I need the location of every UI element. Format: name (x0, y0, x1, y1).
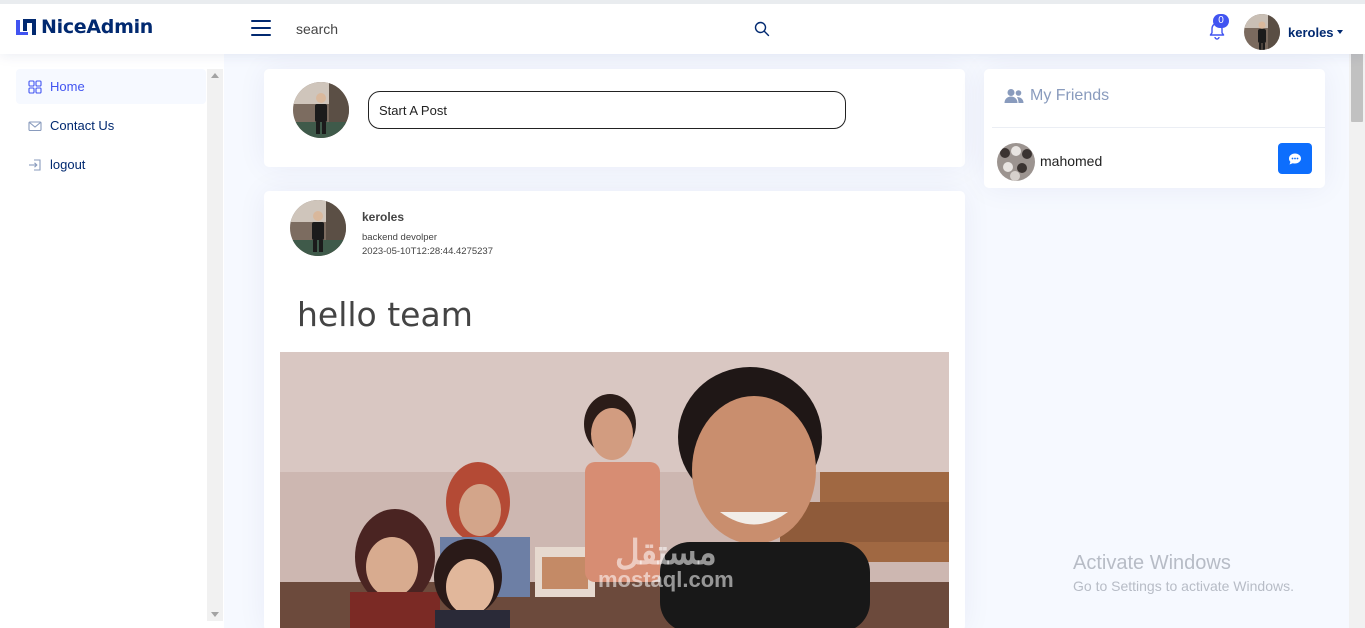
friend-list-item[interactable]: mahomed (997, 143, 1312, 183)
search-icon[interactable] (754, 21, 770, 37)
mostaql-watermark-url: mostaql.com (598, 567, 734, 592)
user-avatar (293, 82, 349, 138)
divider (992, 127, 1325, 128)
box-arrow-in-right-icon (29, 158, 41, 171)
grid-icon (28, 79, 42, 94)
post-author-avatar (290, 200, 346, 256)
chat-dots-icon (1289, 153, 1301, 164)
activate-windows-title: Activate Windows (1073, 552, 1231, 574)
profile-dropdown[interactable]: keroles (1244, 14, 1343, 50)
logo-text: NiceAdmin (41, 16, 154, 38)
search-input[interactable] (288, 15, 778, 43)
activate-windows-subtitle: Go to Settings to activate Windows. (1073, 578, 1294, 594)
chat-button[interactable] (1278, 143, 1312, 174)
chevron-down-icon (1336, 30, 1343, 34)
sidebar-item-label: Contact Us (50, 118, 115, 133)
activate-windows-watermark: Activate Windows Go to Settings to activ… (1073, 552, 1294, 594)
post-author-name[interactable]: keroles (362, 210, 404, 224)
scroll-down-arrow-icon[interactable] (211, 612, 219, 617)
post-timestamp: 2023-05-10T12:28:44.4275237 (362, 246, 494, 257)
friend-avatar (997, 143, 1035, 181)
friends-card: My Friends mahomed (984, 69, 1325, 188)
post-text: hello team (297, 295, 473, 334)
start-post-card (264, 69, 965, 167)
sidebar-scrollbar[interactable] (207, 69, 223, 621)
sidebar: Home Contact Us logout (0, 54, 224, 628)
sidebar-item-label: logout (50, 157, 86, 172)
people-icon (1004, 89, 1024, 103)
profile-name: keroles (1288, 24, 1334, 40)
profile-avatar (1244, 14, 1280, 50)
logo-icon (16, 19, 36, 35)
logo[interactable]: NiceAdmin (15, 16, 153, 38)
post-author-role: backend devolper (362, 232, 437, 243)
page-scrollbar[interactable] (1349, 8, 1365, 628)
notification-badge: 0 (1213, 14, 1229, 28)
mostaql-watermark: مستقل mostaql.com (598, 533, 734, 593)
sidebar-item-logout[interactable]: logout (16, 147, 206, 182)
scroll-up-arrow-icon[interactable] (211, 73, 219, 78)
sidebar-item-home[interactable]: Home (16, 69, 206, 104)
friends-title-text: My Friends (1030, 87, 1110, 104)
sidebar-item-label: Home (50, 79, 85, 94)
envelope-icon (28, 120, 42, 131)
friends-title: My Friends (1004, 87, 1109, 105)
sidebar-nav: Home Contact Us logout (16, 69, 206, 186)
top-header: NiceAdmin 0 keroles (0, 0, 1365, 54)
menu-toggle-icon[interactable] (251, 20, 271, 36)
start-post-input[interactable] (368, 91, 846, 129)
sidebar-item-contact-us[interactable]: Contact Us (16, 108, 206, 143)
friend-name: mahomed (1040, 153, 1103, 169)
